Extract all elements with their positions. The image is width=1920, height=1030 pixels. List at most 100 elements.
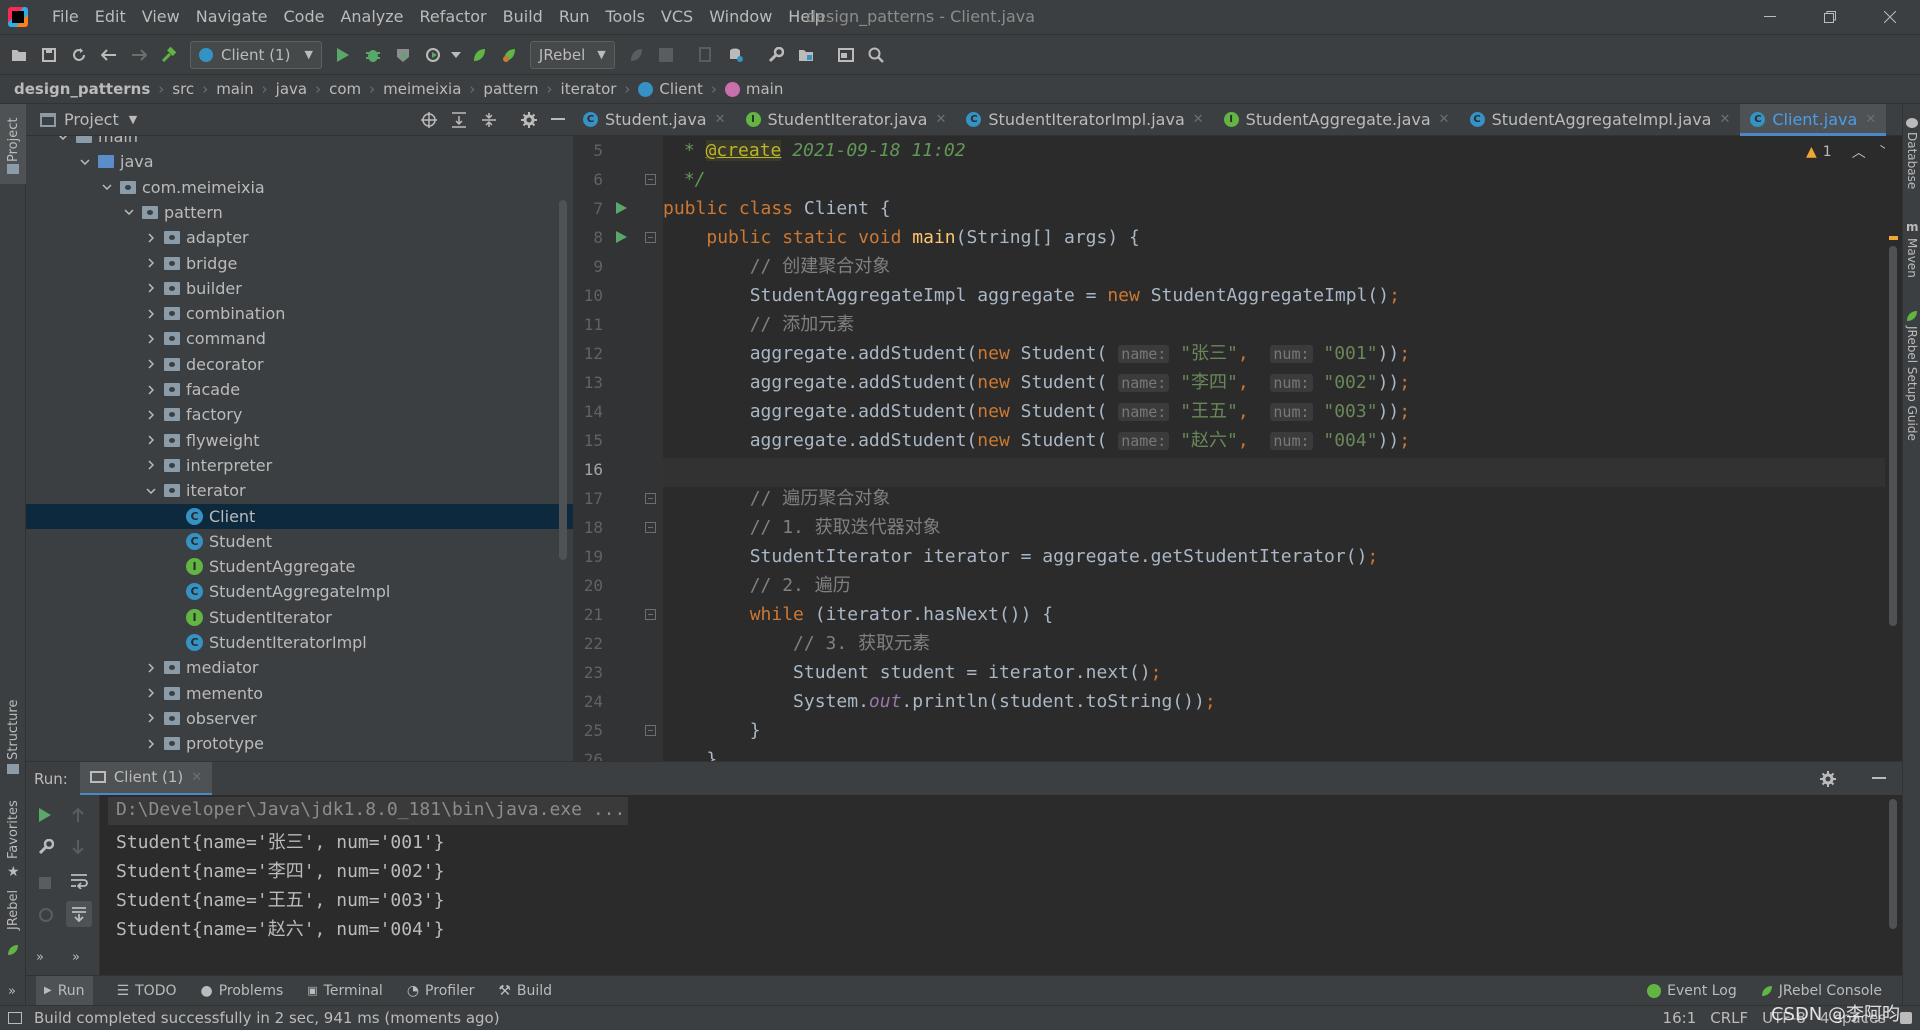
scroll-to-end-icon[interactable]	[66, 901, 92, 927]
run-gutter-icon[interactable]	[616, 231, 627, 243]
minimize-icon[interactable]	[1740, 0, 1800, 34]
editor-tab-client[interactable]: C Client.java ✕	[1740, 103, 1887, 136]
close-tab-icon[interactable]: ✕	[935, 112, 946, 127]
run-config-dropdown[interactable]: Client (1) ▼	[190, 40, 322, 69]
side-label-project[interactable]: Project	[6, 118, 21, 162]
tree-item-command[interactable]: command	[144, 326, 266, 351]
jrebel-update-icon[interactable]	[621, 40, 651, 70]
console-scroll-thumb[interactable]	[1889, 799, 1897, 929]
save-icon[interactable]	[34, 40, 64, 70]
chevron-down-icon[interactable]	[100, 180, 114, 194]
run-icon[interactable]	[328, 40, 358, 70]
tree-item-studentaggregate[interactable]: I StudentAggregate	[186, 554, 355, 579]
breadcrumb-item[interactable]: main	[216, 80, 253, 98]
locate-crosshair-icon[interactable]	[421, 111, 437, 128]
tree-item-observer[interactable]: observer	[144, 706, 257, 731]
search-icon[interactable]	[861, 40, 891, 70]
hide-panel-icon[interactable]	[1872, 776, 1886, 781]
run-console[interactable]: D:\Developer\Java\jdk1.8.0_181\bin\java.…	[100, 795, 1885, 975]
close-tab-icon[interactable]: ✕	[191, 770, 202, 785]
tree-item-student[interactable]: C Student	[186, 529, 272, 554]
chevron-right-icon[interactable]	[144, 307, 158, 321]
toggle-tool-windows-icon[interactable]	[8, 1012, 22, 1024]
tree-item-iterator[interactable]: iterator	[144, 478, 246, 503]
tree-item-main[interactable]: main	[56, 136, 138, 149]
bottom-tab-terminal[interactable]: ▣ Terminal	[307, 983, 383, 999]
run-tab[interactable]: Client (1) ✕	[79, 761, 213, 796]
side-label-maven[interactable]: Maven	[1905, 238, 1919, 278]
bottom-tab-profiler[interactable]: ◔ Profiler	[407, 983, 475, 999]
tree-item-flyweight[interactable]: flyweight	[144, 428, 260, 453]
tree-item-memento[interactable]: memento	[144, 681, 263, 706]
chevron-down-icon[interactable]	[56, 136, 70, 144]
jrebel-debug-icon[interactable]	[494, 40, 524, 70]
gear-icon[interactable]	[521, 111, 537, 128]
open-folder-icon[interactable]	[4, 40, 34, 70]
profile-icon[interactable]	[418, 40, 448, 70]
hide-panel-icon[interactable]	[551, 117, 565, 122]
menu-refactor[interactable]: Refactor	[412, 0, 495, 34]
caret-position[interactable]: 16:1	[1663, 1009, 1697, 1027]
tree-item-adapter[interactable]: adapter	[144, 225, 249, 250]
tree-item-com-meimeixia[interactable]: com.meimeixia	[100, 175, 265, 200]
chevron-right-icon[interactable]	[144, 256, 158, 270]
breadcrumb-item[interactable]: main	[724, 80, 783, 98]
forward-arrow-icon[interactable]	[124, 40, 154, 70]
editor-tab-studentaggregate[interactable]: I StudentAggregate.java ✕	[1214, 104, 1460, 136]
console-scrollbar[interactable]	[1885, 795, 1902, 975]
project-scrollbar[interactable]	[559, 200, 567, 560]
editor-tab-student[interactable]: C Student.java ✕	[573, 104, 736, 136]
tree-item-pattern[interactable]: pattern	[122, 200, 223, 225]
side-label-jrebel-setup[interactable]: JRebel Setup Guide	[1905, 326, 1919, 441]
debug-bug-icon[interactable]	[358, 40, 388, 70]
fold-icon[interactable]	[645, 609, 656, 620]
tree-item-combination[interactable]: combination	[144, 301, 285, 326]
warning-marker[interactable]	[1889, 236, 1898, 240]
breadcrumb-item[interactable]: meimeixia	[383, 80, 461, 98]
chevron-down-icon[interactable]	[122, 205, 136, 219]
terminal-window-icon[interactable]	[831, 40, 861, 70]
menu-window[interactable]: Window	[701, 0, 780, 34]
chevron-down-icon[interactable]	[144, 484, 158, 498]
tree-item-decorator[interactable]: decorator	[144, 352, 264, 377]
side-label-jrebel[interactable]: JRebel	[6, 890, 21, 930]
chevron-right-icon[interactable]	[144, 458, 158, 472]
jrebel-console-button[interactable]: JRebel Console	[1761, 983, 1882, 999]
more-tools-chevron-icon[interactable]: »	[36, 950, 44, 965]
prev-highlight-chevron-icon[interactable]: ︿	[1852, 142, 1866, 162]
double-chevron-icon[interactable]: »	[8, 984, 16, 999]
more-run-chevron-icon[interactable]	[448, 40, 464, 70]
tree-item-factory[interactable]: factory	[144, 402, 242, 427]
side-label-structure[interactable]: Structure	[6, 700, 21, 760]
fold-icon[interactable]	[645, 522, 656, 533]
run-gutter-icon[interactable]	[616, 202, 627, 214]
fold-icon[interactable]	[645, 232, 656, 243]
project-structure-icon[interactable]	[791, 40, 821, 70]
close-tab-icon[interactable]: ✕	[1193, 112, 1204, 127]
close-tab-icon[interactable]: ✕	[1719, 112, 1730, 127]
back-arrow-icon[interactable]	[94, 40, 124, 70]
bottom-tab-problems[interactable]: ● Problems	[201, 983, 284, 999]
close-tab-icon[interactable]: ✕	[715, 112, 726, 127]
breadcrumb-item[interactable]: iterator	[561, 80, 617, 98]
menu-file[interactable]: File	[44, 0, 87, 34]
restore-icon[interactable]	[1800, 0, 1860, 34]
chevron-right-icon[interactable]	[144, 711, 158, 725]
tree-item-interpreter[interactable]: interpreter	[144, 453, 272, 478]
tree-item-facade[interactable]: facade	[144, 377, 240, 402]
close-window-icon[interactable]	[1860, 0, 1920, 34]
stop-icon[interactable]	[651, 40, 681, 70]
code-editor[interactable]: * @create 2021-09-18 11:02 */ public cla…	[663, 136, 1885, 761]
tree-item-client[interactable]: C Client	[186, 504, 255, 529]
editor-scrollbar[interactable]	[1885, 136, 1902, 761]
restore-layout-icon[interactable]	[38, 907, 54, 923]
menu-tools[interactable]: Tools	[598, 0, 653, 34]
breadcrumb-item[interactable]: Client	[638, 80, 703, 98]
breadcrumb-item[interactable]: java	[276, 80, 307, 98]
fold-icon[interactable]	[645, 725, 656, 736]
tree-item-builder[interactable]: builder	[144, 276, 242, 301]
editor-tab-studentiterator[interactable]: I StudentIterator.java ✕	[736, 104, 957, 136]
wrench-icon[interactable]	[38, 839, 54, 855]
menu-run[interactable]: Run	[551, 0, 598, 34]
status-message[interactable]: Build completed successfully in 2 sec, 9…	[34, 1009, 500, 1027]
